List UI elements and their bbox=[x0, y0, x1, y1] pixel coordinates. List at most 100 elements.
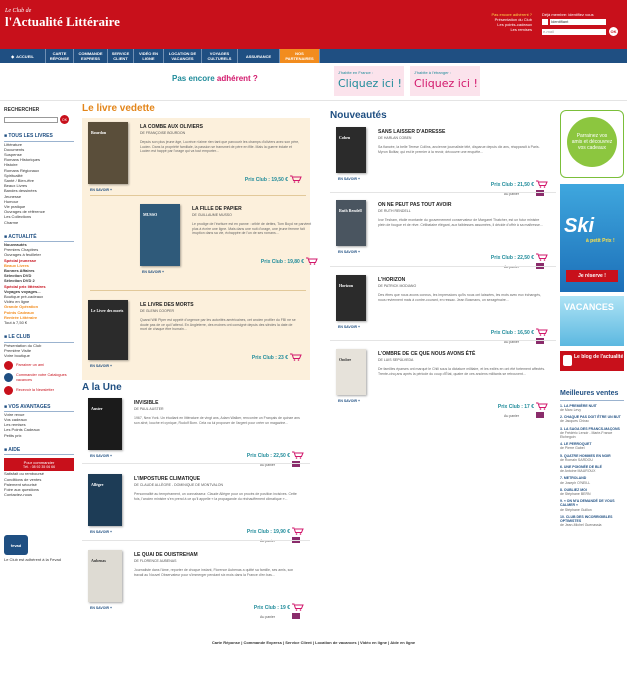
vedette-book-cover[interactable]: MUSSO bbox=[140, 204, 180, 266]
aide-item[interactable]: Contactez-nous bbox=[4, 492, 74, 497]
une-book-title[interactable]: L'IMPOSTURE CLIMATIQUE bbox=[134, 476, 302, 482]
cart-icon[interactable] bbox=[292, 451, 304, 459]
vedette-book-more-link[interactable]: EN SAVOIR + bbox=[142, 270, 164, 274]
email-field[interactable]: e-mail bbox=[542, 28, 606, 35]
cart-small-icon[interactable] bbox=[292, 613, 300, 619]
cart-icon[interactable] bbox=[306, 257, 318, 265]
cart-icon[interactable] bbox=[290, 353, 302, 361]
login-ok-button[interactable]: OK bbox=[609, 27, 618, 36]
nav-assurance[interactable]: ASSURANCE bbox=[238, 49, 280, 63]
nav-partenaires[interactable]: NOS PARTENAIRES bbox=[280, 49, 320, 63]
order-catalog-button[interactable]: Commander votre Catalogues vacances bbox=[4, 373, 74, 383]
une-book-more-link[interactable]: EN SAVOIR + bbox=[90, 454, 112, 458]
vedette-book-cover[interactable]: Bourdon bbox=[88, 122, 128, 184]
cart-icon[interactable] bbox=[536, 253, 548, 261]
nouveautes-book-cover[interactable]: Ombre bbox=[336, 349, 366, 395]
sponsor-friend-button[interactable]: Parrainer un ami bbox=[4, 361, 74, 371]
cart-icon[interactable] bbox=[292, 527, 304, 535]
vedette-book-title[interactable]: LA FILLE DE PAPIER bbox=[192, 206, 316, 212]
best-seller-item[interactable]: 8. OUBLIEZ MOI de Stéphane BERN bbox=[560, 488, 624, 496]
nouveautes-book-more-link[interactable]: EN SAVOIR + bbox=[338, 399, 360, 403]
une-book-basket-link[interactable]: Au panier bbox=[260, 615, 275, 619]
best-seller-item[interactable]: 6. UNE POIGNÉE DE BLÉ de Antoine MAUROUX bbox=[560, 465, 624, 473]
cart-icon[interactable] bbox=[536, 180, 548, 188]
search-input[interactable] bbox=[4, 116, 58, 123]
best-seller-item[interactable]: 1. LA PREMIÈRE NUIT de Marc Levy bbox=[560, 404, 624, 412]
section-actualite: ■ ACTUALITÉ bbox=[4, 234, 74, 242]
best-seller-item[interactable]: 10. CLUB DES INCORRIGIBLES OPTIMISTES de … bbox=[560, 515, 624, 528]
cart-small-icon[interactable] bbox=[536, 412, 544, 418]
promo-france-box[interactable]: J'habite en France : Cliquez ici ! bbox=[334, 66, 404, 96]
cart-small-icon[interactable] bbox=[536, 338, 544, 344]
actualite-item[interactable]: Tout à 7,50 € bbox=[4, 320, 74, 325]
nouveautes-book-title[interactable]: ON NE PEUT PAS TOUT AVOIR bbox=[378, 202, 546, 208]
nouveautes-book-cover[interactable]: Horizon bbox=[336, 275, 366, 321]
une-book-title[interactable]: INVISIBLE bbox=[134, 400, 302, 406]
best-seller-item[interactable]: 7. METROLAND de Joseph O'NEILL bbox=[560, 476, 624, 484]
une-book-more-link[interactable]: EN SAVOIR + bbox=[90, 606, 112, 610]
cart-icon[interactable] bbox=[536, 328, 548, 336]
nouveautes-book-title[interactable]: L'HORIZON bbox=[378, 277, 546, 283]
ad-blog-text: Le blog de l'actualité bbox=[574, 354, 624, 360]
une-book-title[interactable]: LE QUAI DE OUISTREHAM bbox=[134, 552, 302, 558]
vedette-book-cover[interactable]: Le Livre des morts bbox=[88, 300, 128, 360]
newsletter-button[interactable]: Recevoir la Newsletter bbox=[4, 385, 74, 395]
best-seller-item[interactable]: 5. QUATRE HOMMES EN NOIR de Romain SARDOU bbox=[560, 454, 624, 462]
footer-links[interactable]: Carte Réponse | Commande Express | Servi… bbox=[0, 640, 627, 645]
nav-commande-express[interactable]: COMMANDE EXPRESS bbox=[74, 49, 108, 63]
best-seller-item[interactable]: 9. « ON M'A DEMANDÉ DE VOUS CALMER » de S… bbox=[560, 499, 624, 512]
best-seller-title: 9. « ON M'A DEMANDÉ DE VOUS CALMER » bbox=[560, 499, 615, 508]
une-book-more-link[interactable]: EN SAVOIR + bbox=[90, 530, 112, 534]
search-go-button[interactable]: OK bbox=[60, 115, 69, 125]
fevad-logo[interactable]: fevad bbox=[4, 535, 28, 556]
member-id-field[interactable]: Identifiant bbox=[550, 19, 606, 25]
header-link-remises[interactable]: Les remises bbox=[462, 27, 532, 32]
une-book-cover[interactable]: Aubenas bbox=[88, 550, 122, 602]
cart-small-icon[interactable] bbox=[536, 190, 544, 196]
divider bbox=[90, 290, 306, 291]
member-checkbox[interactable] bbox=[542, 19, 548, 25]
nav-carte-reponse[interactable]: CARTE RÉPONSE bbox=[46, 49, 74, 63]
nouveautes-book-title[interactable]: L'OMBRE DE CE QUE NOUS AVONS ÉTÉ bbox=[378, 351, 546, 357]
site-logo[interactable]: Le Club de l'Actualité Littéraire bbox=[5, 8, 120, 29]
une-book-cover[interactable]: Allègre bbox=[88, 474, 122, 526]
club-item[interactable]: Votre boutique bbox=[4, 353, 74, 358]
nouveautes-book-more-link[interactable]: EN SAVOIR + bbox=[338, 177, 360, 181]
divider bbox=[330, 340, 556, 341]
ad-ski[interactable]: Ski à petit Prix ! Je réserve ! bbox=[560, 184, 624, 292]
nav-location[interactable]: LOCATION DE VACANCES bbox=[164, 49, 202, 63]
ad-sponsorship[interactable]: Parrainez vos amis et découvrez vos cade… bbox=[560, 110, 624, 178]
vedette-book-title[interactable]: LA COMBE AUX OLIVIERS bbox=[140, 124, 300, 130]
nav-video[interactable]: VIDÉO EN LIGNE bbox=[134, 49, 164, 63]
ad-ski-reserve-button[interactable]: Je réserve ! bbox=[566, 270, 618, 282]
books-category-item[interactable]: Charme bbox=[4, 220, 74, 225]
nav-home[interactable]: ◆ ACCUEIL bbox=[0, 49, 46, 63]
cart-icon[interactable] bbox=[290, 175, 302, 183]
une-book-cover[interactable]: Auster bbox=[88, 398, 122, 450]
ad-vacances[interactable]: VACANCES bbox=[560, 296, 624, 346]
best-seller-item[interactable]: 4. LE PERROQUET de Pierre Gabel bbox=[560, 442, 624, 450]
nav-service-client[interactable]: SERVICE CLIENT bbox=[108, 49, 134, 63]
best-seller-author: de Marc Levy bbox=[560, 407, 582, 412]
cart-small-icon[interactable] bbox=[292, 461, 300, 467]
nouveautes-book-more-link[interactable]: EN SAVOIR + bbox=[338, 250, 360, 254]
vedette-book-more-link[interactable]: EN SAVOIR + bbox=[90, 364, 112, 368]
cart-icon[interactable] bbox=[536, 402, 548, 410]
vedette-book-title[interactable]: LE LIVRE DES MORTS bbox=[140, 302, 300, 308]
nouveautes-book-more-link[interactable]: EN SAVOIR + bbox=[338, 325, 360, 329]
promo-abroad-box[interactable]: J'habite à l'étranger : Cliquez ici ! bbox=[410, 66, 480, 96]
cart-icon[interactable] bbox=[292, 603, 304, 611]
nav-voyages[interactable]: VOYAGES CULTURELS bbox=[202, 49, 238, 63]
nouveautes-book-title[interactable]: SANS LAISSER D'ADRESSE bbox=[378, 129, 546, 135]
nouveautes-book-cover[interactable]: Ruth Rendell bbox=[336, 200, 366, 246]
vedette-book-more-link[interactable]: EN SAVOIR + bbox=[90, 188, 112, 192]
best-seller-item[interactable]: 2. CHAQUE PAS DOIT ÊTRE UN BUT de Jacques… bbox=[560, 415, 624, 423]
divider bbox=[330, 192, 556, 193]
nouveautes-book-price: Prix Club : 22,50 € bbox=[490, 255, 534, 261]
avantage-item[interactable]: Petits prix bbox=[4, 433, 74, 438]
ad-blog[interactable]: Le blog de l'actualité bbox=[560, 351, 624, 371]
best-seller-author: de Joseph O'NEILL bbox=[560, 480, 591, 485]
nouveautes-book-basket-link[interactable]: Au panier bbox=[504, 414, 519, 418]
nouveautes-book-cover[interactable]: Coben bbox=[336, 127, 366, 173]
best-seller-item[interactable]: 3. LA SAGA DES FRANCS-MAÇONS de Frédéric … bbox=[560, 427, 624, 440]
